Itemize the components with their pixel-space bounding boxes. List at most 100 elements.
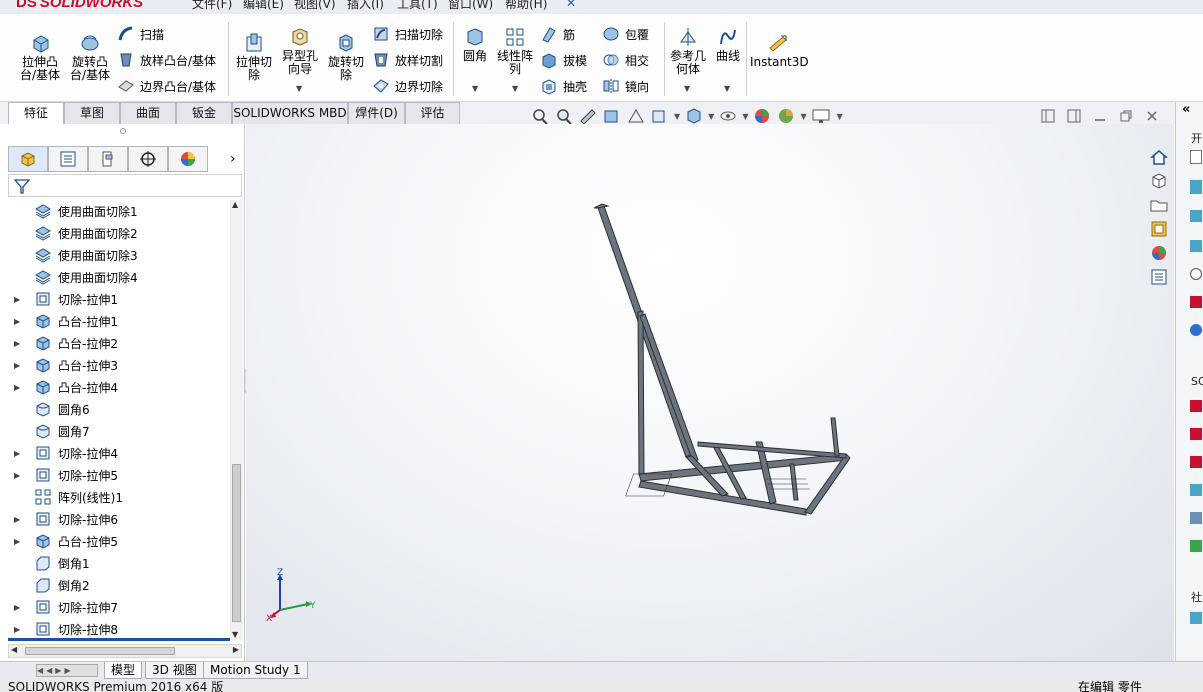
view-settings-icon[interactable] (811, 107, 833, 125)
expand-arrow-icon[interactable]: ▶ (14, 625, 24, 634)
section-view-icon[interactable] (602, 107, 622, 125)
boundary-cut-button[interactable]: 边界切除 (372, 77, 443, 95)
rib-button[interactable]: 筋 (540, 25, 575, 43)
boundary-boss-button[interactable]: 边界凸台/基体 (117, 77, 216, 95)
draft-button[interactable]: 拔模 (540, 51, 587, 69)
solidworks-red-icon-2[interactable] (1190, 428, 1202, 440)
expand-arrow-icon[interactable]: ▶ (14, 383, 24, 392)
expand-arrow-icon[interactable]: ▶ (14, 317, 24, 326)
tab-sheet-metal[interactable]: 钣金 (176, 102, 232, 124)
curves-button[interactable]: 曲线 (712, 26, 744, 63)
instant3d-button[interactable]: Instant3D (750, 32, 809, 69)
tab-weldments[interactable]: 焊件(D) (348, 102, 405, 124)
reference-geometry-button[interactable]: 参考几 何体 (668, 26, 708, 76)
tree-item[interactable]: ▶ 凸台-拉伸1 (8, 310, 230, 332)
linear-pattern-button[interactable]: 线性阵 列 (495, 26, 535, 76)
tab-motion-study[interactable]: Motion Study 1 (203, 662, 308, 679)
tutorial-icon[interactable] (1190, 210, 1202, 222)
expand-arrow-icon[interactable]: ▶ (14, 515, 24, 524)
scroll-right-arrow[interactable]: ▶ (233, 645, 239, 654)
tab-mbd[interactable]: SOLIDWORKS MBD (232, 102, 348, 124)
hide-show-dropdown-icon[interactable]: ▼ (742, 112, 748, 121)
community-globe-icon[interactable] (1190, 612, 1202, 624)
weldment-frame-model[interactable] (246, 124, 1174, 661)
edit-appearance-icon[interactable] (752, 107, 772, 125)
solidworks-red-icon-3[interactable] (1190, 456, 1202, 468)
tab-nav-arrows[interactable]: ◀◀▶▶ (36, 664, 98, 677)
revolve-cut-button[interactable]: 旋转切 除 (324, 32, 368, 82)
tab-3d-views[interactable]: 3D 视图 (145, 662, 204, 679)
sweep-button[interactable]: 扫描 (117, 25, 164, 43)
info-icon[interactable] (1190, 324, 1202, 336)
featuremanager-tab[interactable] (8, 146, 48, 172)
tree-item[interactable]: ▶ 切除-拉伸5 (8, 464, 230, 486)
extrude-boss-button[interactable]: 拉伸凸 台/基体 (18, 32, 62, 82)
tab-sketch[interactable]: 草图 (64, 102, 120, 124)
menu-window[interactable]: 窗口(W) (448, 0, 493, 12)
panel-tabs-more-icon[interactable]: › (230, 146, 236, 172)
task-resources-tab[interactable] (1147, 170, 1171, 192)
tree-item[interactable]: 使用曲面切除2 (8, 222, 230, 244)
hide-show-items-icon[interactable] (718, 107, 738, 125)
expand-arrow-icon[interactable]: ▶ (14, 361, 24, 370)
tree-rollback-bar[interactable] (8, 638, 230, 641)
display-style-dropdown-icon[interactable]: ▼ (708, 112, 714, 121)
configurationmanager-tab[interactable] (88, 146, 128, 172)
network-icon[interactable] (1190, 512, 1202, 524)
linear-pattern-dropdown-icon[interactable]: ▼ (512, 84, 518, 93)
intersect-button[interactable]: 相交 (602, 51, 649, 69)
task-home-tab[interactable] (1147, 146, 1171, 168)
apply-scene-dropdown-icon[interactable]: ▼ (800, 112, 806, 121)
ds-icon[interactable] (1190, 296, 1202, 308)
tree-item[interactable]: ▶ 凸台-拉伸2 (8, 332, 230, 354)
tree-item[interactable]: ▶ 切除-拉伸7 (8, 596, 230, 618)
tab-evaluate[interactable]: 评估 (405, 102, 460, 124)
fillet-dropdown-icon[interactable]: ▼ (472, 84, 478, 93)
menu-tools[interactable]: 工具(T) (397, 0, 438, 12)
task-appearances-tab[interactable] (1147, 242, 1171, 264)
graphics-area[interactable]: Z Y X (246, 124, 1174, 661)
menu-view[interactable]: 视图(V) (294, 0, 336, 12)
display-style-icon[interactable] (684, 107, 704, 125)
horizontal-scroll-thumb[interactable] (25, 647, 175, 655)
view-settings-dropdown-icon[interactable]: ▼ (837, 112, 843, 121)
curves-dropdown-icon[interactable]: ▼ (724, 84, 730, 93)
expand-arrow-icon[interactable]: ▶ (14, 339, 24, 348)
tree-item[interactable]: ▶ 凸台-拉伸5 (8, 530, 230, 552)
tab-surfaces[interactable]: 曲面 (120, 102, 176, 124)
tree-item[interactable]: 阵列(线性)1 (8, 486, 230, 508)
zoom-to-area-icon[interactable] (554, 107, 574, 125)
view-orientation-dropdown-icon[interactable]: ▼ (674, 112, 680, 121)
tab-features[interactable]: 特征 (8, 102, 64, 124)
tree-item[interactable]: 使用曲面切除4 (8, 266, 230, 288)
tree-item[interactable]: ▶ 凸台-拉伸4 (8, 376, 230, 398)
open-icon[interactable] (1190, 180, 1202, 194)
task-file-explorer-tab[interactable] (1147, 194, 1171, 216)
tab-model[interactable]: 模型 (104, 662, 143, 679)
tree-item[interactable]: ▶ 切除-拉伸4 (8, 442, 230, 464)
scroll-down-arrow[interactable]: ▼ (232, 630, 238, 639)
tree-item[interactable]: ▶ 凸台-拉伸3 (8, 354, 230, 376)
tree-horizontal-scrollbar[interactable]: ◀ ▶ (8, 644, 242, 658)
task-pane-icon-strip[interactable] (1190, 150, 1203, 624)
scroll-up-arrow[interactable]: ▲ (232, 200, 238, 209)
zoom-to-fit-icon[interactable] (530, 107, 550, 125)
help-icon[interactable] (1190, 268, 1202, 280)
displaymanager-tab[interactable] (168, 146, 208, 172)
tree-item[interactable]: 使用曲面切除3 (8, 244, 230, 266)
expand-arrow-icon[interactable]: ▶ (14, 603, 24, 612)
loft-cut-button[interactable]: 放样切割 (372, 51, 443, 69)
split-left-icon[interactable] (1040, 108, 1056, 124)
dimxpert-tab[interactable] (128, 146, 168, 172)
green-tool-icon[interactable] (1190, 540, 1202, 552)
tree-item[interactable]: 使用曲面切除1 (8, 200, 230, 222)
tree-item[interactable]: 圆角6 (8, 398, 230, 420)
tree-filter-box[interactable] (8, 174, 242, 197)
new-document-icon[interactable] (1190, 150, 1202, 164)
restore-icon[interactable] (1118, 108, 1134, 124)
fillet-button[interactable]: 圆角 (458, 26, 492, 63)
previous-view-icon[interactable] (578, 107, 598, 125)
scroll-thumb[interactable] (232, 464, 241, 622)
menu-insert[interactable]: 插入(I) (347, 0, 384, 12)
expand-arrow-icon[interactable]: ▶ (14, 449, 24, 458)
